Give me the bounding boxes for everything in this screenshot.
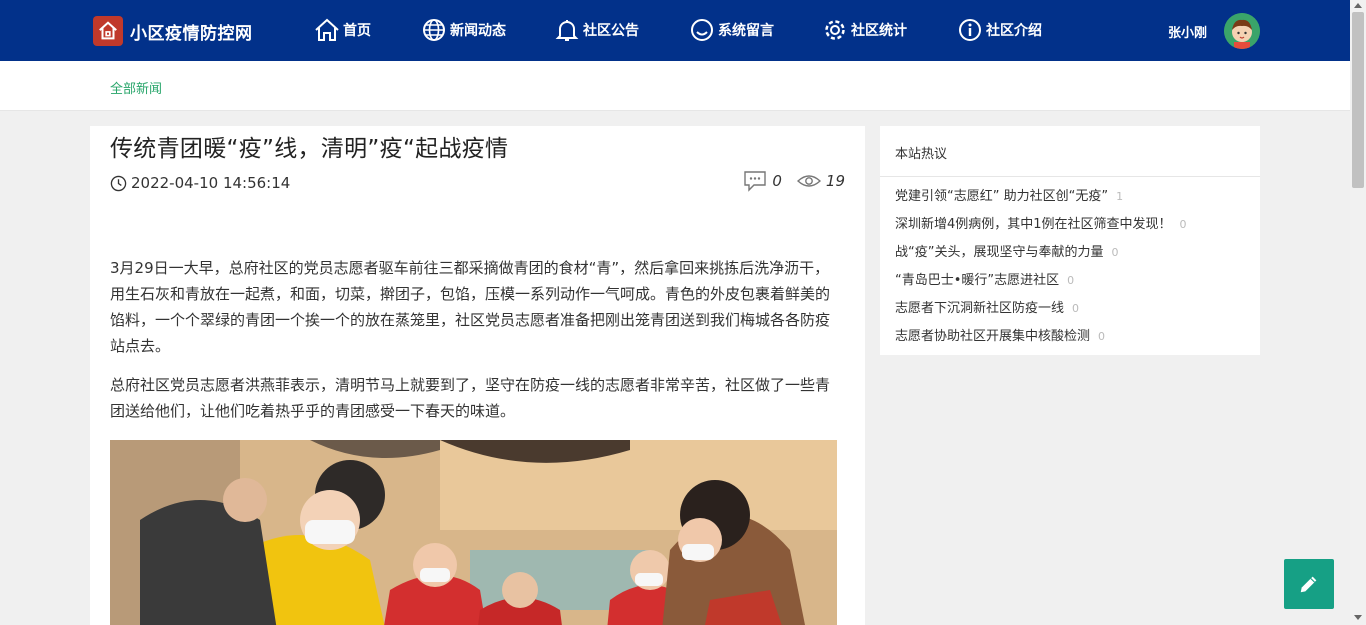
smile-icon: [691, 19, 713, 41]
edit-fab-button[interactable]: [1284, 559, 1334, 609]
eye-icon: [796, 175, 821, 187]
gear-icon: [825, 20, 845, 40]
info-icon: [959, 19, 981, 41]
scroll-up-arrow-icon[interactable]: [1354, 3, 1362, 8]
pencil-icon: [1300, 576, 1317, 593]
hot-topic-link[interactable]: 志愿者协助社区开展集中核酸检测: [895, 329, 1090, 344]
nav-item-notices[interactable]: 社区公告: [554, 16, 639, 44]
globe-icon: [423, 19, 445, 41]
hot-topic-item[interactable]: 深圳新增4例病例，其中1例在社区筛查中发现！ 0: [880, 211, 1260, 239]
nav-label: 系统留言: [718, 23, 774, 39]
page-scrollbar[interactable]: [1350, 0, 1366, 625]
clock-icon: [110, 175, 127, 191]
hot-topics-list: 党建引领“志愿红” 助力社区创“无疫” 1 深圳新增4例病例，其中1例在社区筛查中…: [880, 177, 1260, 351]
article-datetime: 2022-04-10 14:56:14: [110, 174, 290, 192]
user-name[interactable]: 张小刚: [1168, 22, 1207, 41]
hot-topic-count: 1: [1116, 190, 1124, 203]
hot-topic-count: 0: [1072, 302, 1080, 315]
hot-topic-link[interactable]: 党建引领“志愿红” 助力社区创“无疫”: [895, 189, 1108, 204]
nav-item-news[interactable]: 新闻动态: [421, 16, 506, 44]
nav-label: 新闻动态: [450, 23, 506, 39]
article-card: 传统青团暖“疫”线，清明”疫“起战疫情 2022-04-10 14:56:14 …: [90, 126, 865, 625]
nav-item-about[interactable]: 社区介绍: [957, 16, 1042, 44]
comment-count: 0: [772, 172, 782, 190]
hot-topic-link[interactable]: 志愿者下沉洞新社区防疫一线: [895, 301, 1064, 316]
nav-label: 社区公告: [583, 23, 639, 39]
hot-topic-link[interactable]: 深圳新增4例病例，其中1例在社区筛查中发现！: [895, 217, 1172, 232]
hot-topic-link[interactable]: “青岛巴士•暖行”志愿进社区: [895, 273, 1059, 288]
home-icon: [315, 18, 339, 41]
hot-topic-item[interactable]: 志愿者下沉洞新社区防疫一线 0: [880, 295, 1260, 323]
nav-item-stats[interactable]: 社区统计: [822, 16, 907, 44]
top-navbar: 小区疫情防控网 首页 新闻动态 社区公告 系统留言 社区统计 社区介绍 张小刚: [0, 0, 1350, 61]
hot-topic-count: 0: [1179, 218, 1187, 231]
hot-topic-item[interactable]: 战“疫”关头，展现坚守与奉献的力量 0: [880, 239, 1260, 267]
nav-label: 首页: [343, 23, 371, 39]
hot-topic-count: 0: [1111, 246, 1119, 259]
article-title: 传统青团暖“疫”线，清明”疫“起战疫情: [110, 136, 509, 162]
article-stats: 0 19: [743, 170, 845, 192]
view-count: 19: [825, 172, 845, 190]
nav-label: 社区介绍: [986, 23, 1042, 39]
hot-topic-link[interactable]: 战“疫”关头，展现坚守与奉献的力量: [895, 245, 1103, 260]
site-title: 小区疫情防控网: [130, 23, 253, 44]
hot-topics-title: 本站热议: [880, 126, 1260, 177]
datetime-text: 2022-04-10 14:56:14: [131, 174, 291, 192]
nav-item-messages[interactable]: 系统留言: [689, 16, 774, 44]
article-paragraph: 3月29日一大早，总府社区的党员志愿者驱车前往三都采摘做青团的食材“青”，然后拿…: [110, 259, 831, 355]
nav-item-home[interactable]: 首页: [314, 16, 371, 44]
hot-topic-count: 0: [1098, 330, 1106, 343]
article-photo: [110, 440, 837, 625]
hot-topics-panel: 本站热议 党建引领“志愿红” 助力社区创“无疫” 1 深圳新增4例病例，其中1例在…: [880, 126, 1260, 355]
comment-icon[interactable]: [743, 170, 767, 192]
breadcrumb-bar: 全部新闻: [0, 61, 1350, 111]
article-paragraph: 总府社区党员志愿者洪燕菲表示，清明节马上就要到了，坚守在防疫一线的志愿者非常辛苦…: [110, 376, 831, 420]
hot-topic-item[interactable]: 党建引领“志愿红” 助力社区创“无疫” 1: [880, 183, 1260, 211]
scroll-down-arrow-icon[interactable]: [1354, 615, 1362, 620]
bell-icon: [555, 20, 579, 41]
avatar[interactable]: [1224, 13, 1260, 49]
breadcrumb-all-news[interactable]: 全部新闻: [110, 78, 162, 97]
hot-topic-count: 0: [1067, 274, 1075, 287]
site-brand[interactable]: 小区疫情防控网: [93, 15, 253, 47]
hot-topic-item[interactable]: 志愿者协助社区开展集中核酸检测 0: [880, 323, 1260, 351]
scrollbar-thumb[interactable]: [1352, 12, 1364, 188]
hot-topic-item[interactable]: “青岛巴士•暖行”志愿进社区 0: [880, 267, 1260, 295]
home-logo-icon: [93, 16, 123, 46]
nav-label: 社区统计: [851, 23, 907, 39]
